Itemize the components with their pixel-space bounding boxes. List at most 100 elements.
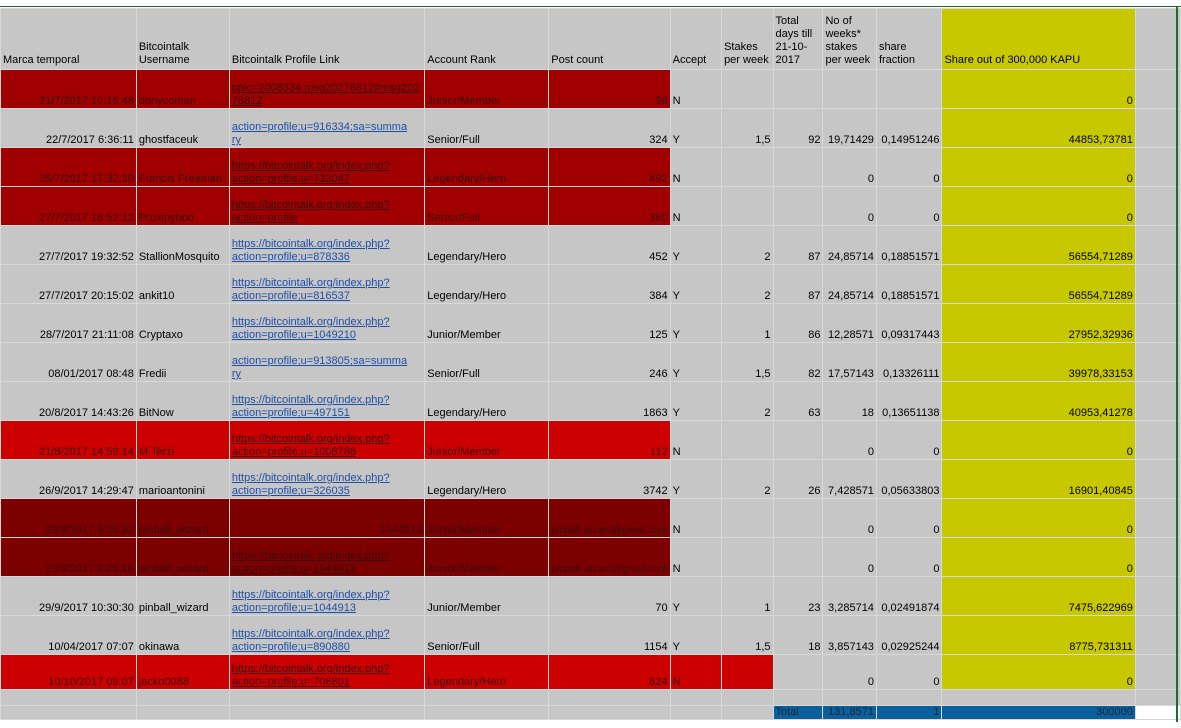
header-stakes[interactable]: Stakes per week <box>721 8 774 70</box>
timestamp-cell[interactable]: 26/9/2017 14:29:47 <box>0 459 137 499</box>
username-cell[interactable]: pinball_wizard <box>135 576 230 616</box>
posts-cell[interactable]: 824 <box>548 654 671 690</box>
empty-cell[interactable] <box>669 705 723 720</box>
posts-cell[interactable]: 384 <box>548 264 671 304</box>
weeks-cell[interactable]: 12,28571 <box>822 303 877 343</box>
weeks-cell[interactable]: 24,85714 <box>822 264 877 304</box>
empty-cell[interactable] <box>0 689 137 706</box>
days-cell[interactable]: 87 <box>772 264 824 304</box>
profile-link-cell[interactable]: https://bitcointalk.org/index.php? action… <box>228 381 426 421</box>
posts-cell[interactable]: 125 <box>548 303 671 343</box>
weeks-cell[interactable]: 0 <box>822 147 877 187</box>
stakes-cell[interactable] <box>721 654 774 690</box>
stakes-cell[interactable]: 1 <box>721 303 774 343</box>
profile-link-cell[interactable]: 1044913 <box>228 498 426 538</box>
username-cell[interactable]: Proxipyboo <box>135 186 230 226</box>
empty-cell[interactable] <box>228 705 426 720</box>
profile-link-cont[interactable]: action=profile;u=1044913 <box>232 563 356 575</box>
header-fraction[interactable]: share fraction <box>875 8 943 70</box>
profile-link-cell[interactable]: https://bitcointalk.org/index.php? action… <box>228 420 426 460</box>
profile-link[interactable]: https://bitcointalk.org/index.php? <box>232 160 390 172</box>
username-cell[interactable]: danycoman <box>135 69 230 109</box>
timestamp-cell[interactable]: 10/04/2017 07:07 <box>0 615 137 655</box>
total-share[interactable]: 300000 <box>941 705 1136 720</box>
share-cell[interactable]: 0 <box>941 537 1136 577</box>
empty-cell[interactable] <box>228 689 426 706</box>
fraction-cell[interactable]: 0,13651138 <box>875 381 943 421</box>
posts-cell[interactable]: 98 <box>548 69 671 109</box>
empty-cell[interactable] <box>1134 186 1181 226</box>
fraction-cell[interactable]: 0 <box>875 654 943 690</box>
profile-link-cont[interactable]: action=profile;u=497151 <box>232 407 350 419</box>
profile-link[interactable]: https://bitcointalk.org/index.php? <box>232 238 390 250</box>
profile-link-cont[interactable]: action=profile;u=1044913 <box>232 602 356 614</box>
timestamp-cell[interactable]: 21/8/2017 14:59:14 <box>0 420 137 460</box>
empty-cell[interactable] <box>1134 147 1181 187</box>
profile-link[interactable]: https://bitcointalk.org/index.php? <box>232 663 390 675</box>
stakes-cell[interactable]: 2 <box>721 225 774 265</box>
posts-cell[interactable]: 70 <box>548 576 671 616</box>
profile-link-cont[interactable]: action=profile;u=706801 <box>232 676 350 688</box>
stakes-cell[interactable]: 1 <box>721 576 774 616</box>
profile-link-cont[interactable]: action=profile;u=1049210 <box>232 329 356 341</box>
timestamp-cell[interactable]: 27/7/2017 20:15:02 <box>0 264 137 304</box>
share-cell[interactable]: 27952,32936 <box>941 303 1136 343</box>
stakes-cell[interactable]: 2 <box>721 381 774 421</box>
accept-cell[interactable]: N <box>669 69 723 109</box>
accept-cell[interactable]: N <box>669 186 723 226</box>
days-cell[interactable] <box>772 537 824 577</box>
profile-link-cell[interactable]: https://bitcointalk.org/index.php? action… <box>228 147 426 187</box>
fraction-cell[interactable] <box>875 69 943 109</box>
rank-cell[interactable]: Junior/Member <box>424 420 550 460</box>
profile-link-cell[interactable]: https://bitcointalk.org/index.php? action… <box>228 459 426 499</box>
posts-cell[interactable]: 246 <box>548 342 671 382</box>
days-cell[interactable]: 26 <box>772 459 824 499</box>
fraction-cell[interactable]: 0 <box>875 537 943 577</box>
profile-link-cell[interactable]: action=profile;u=913805;sa=summa ry <box>228 342 426 382</box>
username-cell[interactable]: M.Terzi <box>135 420 230 460</box>
profile-link-cell[interactable]: https://bitcointalk.org/index.php? action… <box>228 264 426 304</box>
timestamp-cell[interactable]: 08/01/2017 08:48 <box>0 342 137 382</box>
header-rank[interactable]: Account Rank <box>424 8 550 70</box>
stakes-cell[interactable] <box>721 420 774 460</box>
accept-cell[interactable]: Y <box>669 225 723 265</box>
posts-cell[interactable]: 1863 <box>548 381 671 421</box>
empty-cell[interactable] <box>1134 225 1181 265</box>
profile-link[interactable]: action=profile;u=913805;sa=summa <box>232 355 407 367</box>
accept-cell[interactable]: Y <box>669 615 723 655</box>
posts-cell[interactable]: 1154 <box>548 615 671 655</box>
days-cell[interactable] <box>772 654 824 690</box>
empty-cell[interactable] <box>1134 689 1181 706</box>
rank-cell[interactable]: Junior/Member <box>424 576 550 616</box>
stakes-cell[interactable] <box>721 69 774 109</box>
profile-link-cell[interactable]: https://bitcointalk.org/index.php? action… <box>228 615 426 655</box>
username-cell[interactable]: Francis Freeman <box>135 147 230 187</box>
empty-cell[interactable] <box>424 705 550 720</box>
empty-cell[interactable] <box>1134 264 1181 304</box>
profile-link-cell[interactable]: https://bitcointalk.org/index.php? action… <box>228 225 426 265</box>
share-cell[interactable]: 44853,73781 <box>941 108 1136 148</box>
share-cell[interactable]: 0 <box>941 420 1136 460</box>
share-cell[interactable]: 0 <box>941 147 1136 187</box>
timestamp-cell[interactable]: 22/7/2017 6:36:11 <box>0 108 137 148</box>
rank-cell[interactable]: Legendary/Hero <box>424 147 550 187</box>
header-profile[interactable]: Bitcointalk Profile Link <box>228 8 426 70</box>
fraction-cell[interactable]: 0,18851571 <box>875 264 943 304</box>
rank-cell[interactable]: Junior/Member <box>424 498 550 538</box>
profile-link-cell[interactable]: https://bitcointalk.org/index.php? action… <box>228 186 426 226</box>
profile-link-cont[interactable]: ry <box>232 134 241 146</box>
posts-cell[interactable]: 360 <box>548 186 671 226</box>
timestamp-cell[interactable]: 25/7/2017 17:32:39 <box>0 147 137 187</box>
timestamp-cell[interactable]: 27/7/2017 18:52:12 <box>0 186 137 226</box>
weeks-cell[interactable]: 0 <box>822 498 877 538</box>
profile-link-cont[interactable]: action=profile;u=890880 <box>232 641 350 653</box>
username-cell[interactable]: StallionMosquito <box>135 225 230 265</box>
share-cell[interactable]: 56554,71289 <box>941 225 1136 265</box>
profile-link-cell[interactable]: https://bitcointalk.org/index.php? action… <box>228 576 426 616</box>
profile-link-cont[interactable]: action=profile;u=326035 <box>232 485 350 497</box>
days-cell[interactable]: 87 <box>772 225 824 265</box>
rank-cell[interactable]: Legendary/Hero <box>424 381 550 421</box>
empty-cell[interactable] <box>941 689 1136 706</box>
empty-cell[interactable] <box>822 689 877 706</box>
rank-cell[interactable]: Legendary/Hero <box>424 459 550 499</box>
